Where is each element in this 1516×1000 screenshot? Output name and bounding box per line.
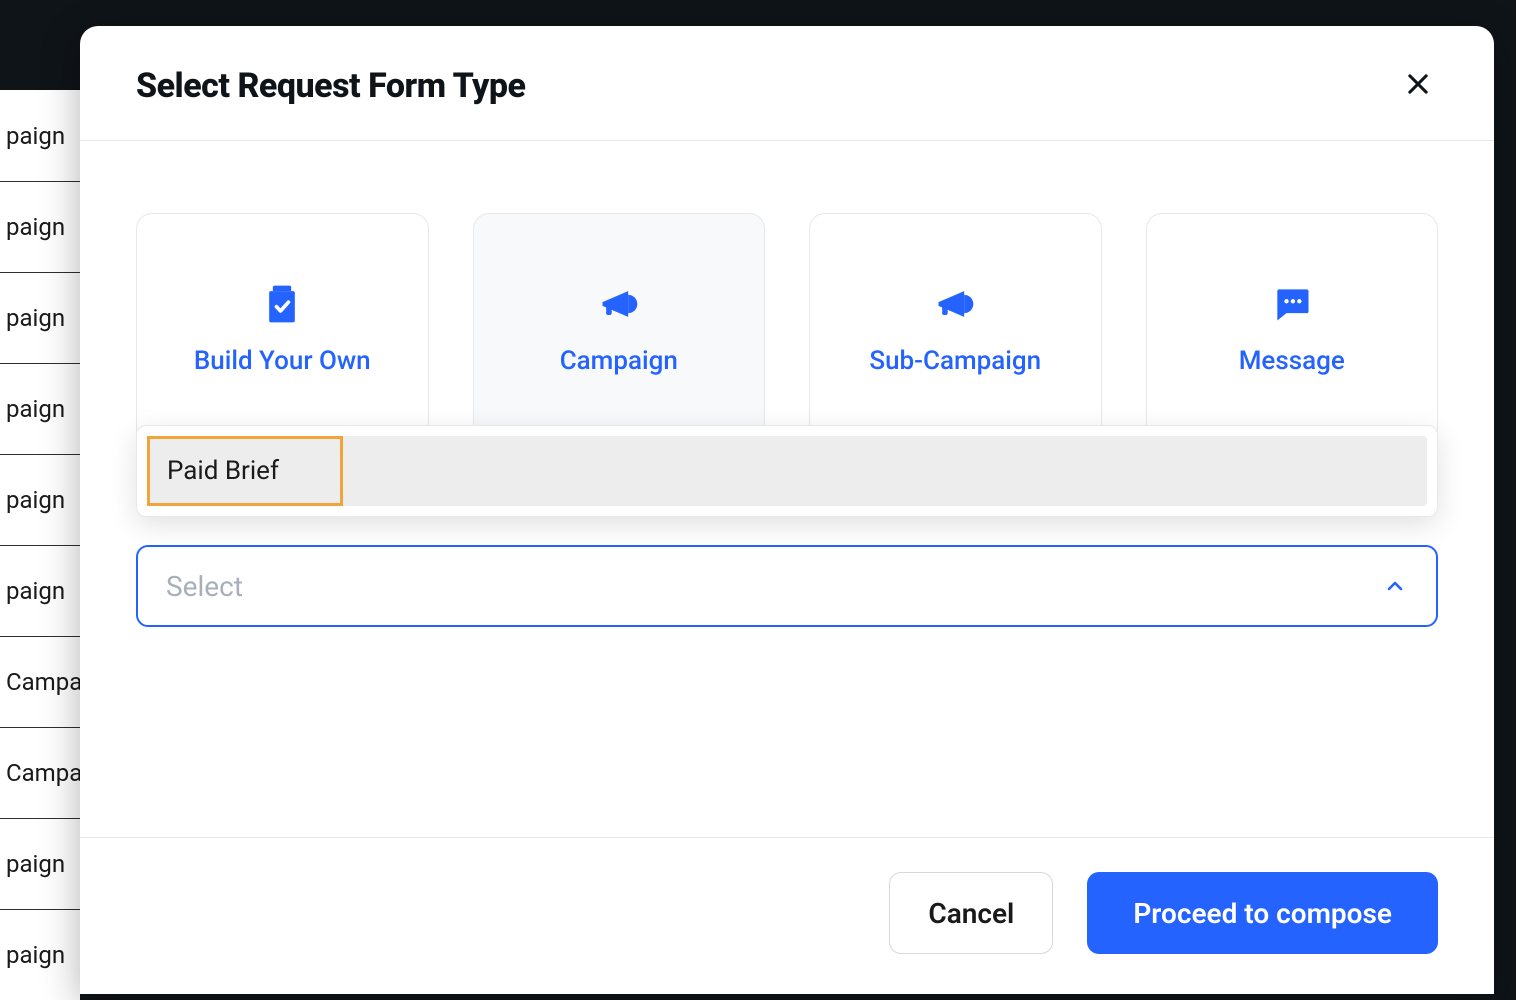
bg-list-item: paign	[0, 272, 80, 363]
bg-list-item: paign	[0, 454, 80, 545]
bg-list-item: Campaign	[0, 727, 80, 818]
modal-title: Select Request Form Type	[136, 66, 525, 106]
option-label: Message	[1239, 346, 1345, 376]
megaphone-icon	[597, 282, 641, 326]
bg-list-item: Campaign	[0, 636, 80, 727]
proceed-to-compose-button[interactable]: Proceed to compose	[1087, 872, 1438, 954]
clipboard-check-icon	[260, 282, 304, 326]
bg-list-item: paign	[0, 181, 80, 272]
option-sub-campaign[interactable]: Sub-Campaign	[809, 213, 1102, 445]
select-placeholder: Select	[166, 570, 243, 603]
option-label: Campaign	[560, 346, 678, 376]
option-message[interactable]: Message	[1146, 213, 1439, 445]
option-label: Build Your Own	[194, 346, 371, 376]
close-icon	[1404, 70, 1432, 102]
dropdown-option-paid-brief[interactable]: Paid Brief	[147, 436, 1427, 506]
background-campaign-list: paign paign paign paign paign paign Camp…	[0, 90, 80, 1000]
bg-list-item: paign	[0, 90, 80, 181]
dropdown-option-label: Paid Brief	[167, 456, 279, 486]
select-request-form-type-modal: Select Request Form Type B	[80, 26, 1494, 994]
option-campaign[interactable]: Campaign	[473, 213, 766, 445]
form-subtype-select[interactable]: Select	[136, 545, 1438, 627]
modal-header: Select Request Form Type	[80, 26, 1494, 141]
option-build-your-own[interactable]: Build Your Own	[136, 213, 429, 445]
modal-body: Build Your Own Campaign	[80, 141, 1494, 837]
megaphone-icon	[933, 282, 977, 326]
form-type-options: Build Your Own Campaign	[136, 213, 1438, 445]
chat-icon	[1270, 282, 1314, 326]
bg-list-item: paign	[0, 909, 80, 1000]
modal-footer: Cancel Proceed to compose	[80, 837, 1494, 994]
form-subtype-dropdown-panel: Paid Brief	[136, 425, 1438, 517]
bg-list-item: paign	[0, 818, 80, 909]
bg-list-item: paign	[0, 363, 80, 454]
option-label: Sub-Campaign	[869, 346, 1041, 376]
chevron-up-icon	[1382, 573, 1408, 599]
cancel-button[interactable]: Cancel	[889, 872, 1053, 954]
bg-list-item: paign	[0, 545, 80, 636]
close-button[interactable]	[1398, 66, 1438, 106]
